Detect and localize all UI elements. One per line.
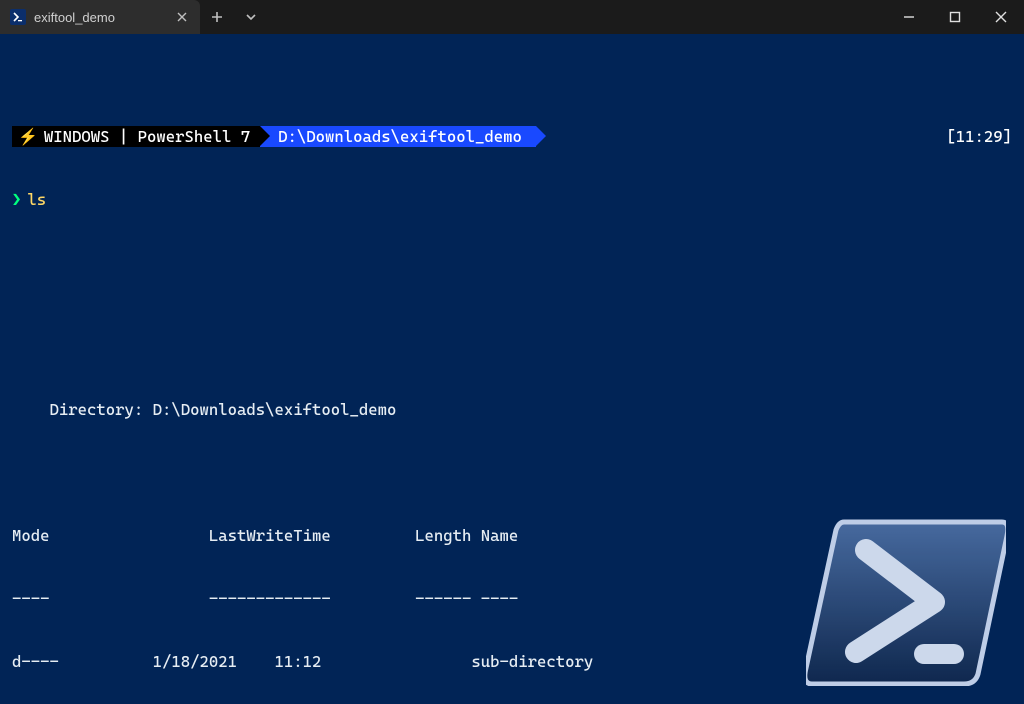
close-window-button[interactable]: [978, 0, 1024, 34]
prompt-arrow-icon: ❯: [12, 189, 21, 210]
list-item: d---- 1/18/2021 11:12 sub-directory: [12, 651, 1012, 672]
prompt-time: [11:29]: [946, 126, 1012, 147]
tab-exiftool-demo[interactable]: exiftool_demo: [0, 0, 200, 34]
directory-header: Directory: D:\Downloads\exiftool_demo: [12, 399, 1012, 420]
ls-column-header: Mode LastWriteTime Length Name: [12, 525, 1012, 546]
close-tab-icon[interactable]: [174, 9, 190, 25]
prompt-line: ⚡WINDOWS | PowerShell 7 D:\Downloads\exi…: [12, 126, 1012, 147]
new-tab-button[interactable]: [200, 0, 234, 34]
terminal-output[interactable]: ⚡WINDOWS | PowerShell 7 D:\Downloads\exi…: [0, 34, 1024, 704]
bolt-icon: ⚡: [18, 126, 38, 147]
prompt-host: ⚡WINDOWS | PowerShell 7: [12, 126, 260, 147]
command-line: ❯ ls: [12, 189, 1012, 210]
command-text: ls: [27, 189, 46, 210]
titlebar: exiftool_demo: [0, 0, 1024, 34]
tab-title: exiftool_demo: [34, 10, 115, 25]
minimize-button[interactable]: [886, 0, 932, 34]
ls-column-underline: ---- ------------- ------ ----: [12, 588, 1012, 609]
maximize-button[interactable]: [932, 0, 978, 34]
prompt-cwd: D:\Downloads\exiftool_demo: [260, 126, 536, 147]
powershell-tab-icon: [10, 9, 26, 25]
tab-dropdown-button[interactable]: [234, 0, 268, 34]
